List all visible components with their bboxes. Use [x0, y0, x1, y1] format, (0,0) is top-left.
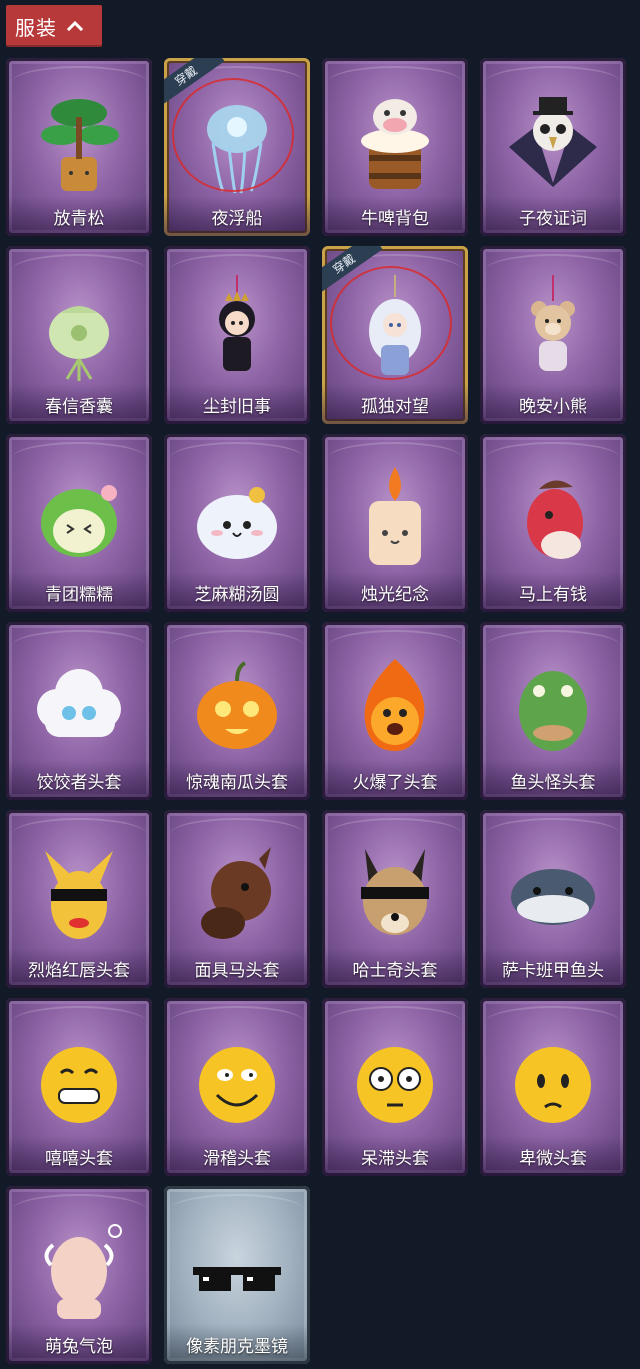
costume-item-card[interactable]: 牛啤背包	[322, 58, 468, 236]
costume-item-card[interactable]: 鱼头怪头套	[480, 622, 626, 800]
costume-item-label: 夜浮船	[164, 196, 310, 236]
costume-item-label: 卑微头套	[480, 1136, 626, 1176]
costume-item-label: 火爆了头套	[322, 760, 468, 800]
costume-item-card[interactable]: 火爆了头套	[322, 622, 468, 800]
costume-item-card[interactable]: 春信香囊	[6, 246, 152, 424]
costume-item-card[interactable]: 哈士奇头套	[322, 810, 468, 988]
costume-item-card[interactable]: 惊魂南瓜头套	[164, 622, 310, 800]
costume-item-card[interactable]: 穿戴 孤独对望	[322, 246, 468, 424]
costume-item-label: 芝麻糊汤圆	[164, 572, 310, 612]
costume-item-card[interactable]: 烈焰红唇头套	[6, 810, 152, 988]
costume-item-card[interactable]: 像素朋克墨镜	[164, 1186, 310, 1364]
costume-item-card[interactable]: 晚安小熊	[480, 246, 626, 424]
costume-item-label: 哈士奇头套	[322, 948, 468, 988]
costume-item-label: 春信香囊	[6, 384, 152, 424]
bunny-bubble-icon	[26, 1210, 132, 1330]
candle-icon	[342, 458, 448, 578]
yellow-pikachu-mask-icon	[26, 834, 132, 954]
costume-item-label: 像素朋克墨镜	[164, 1324, 310, 1364]
shy-emoji-mask-icon	[500, 1022, 606, 1142]
costume-item-label: 烈焰红唇头套	[6, 948, 152, 988]
white-dumpling-icon	[184, 458, 290, 578]
costume-item-label: 面具马头套	[164, 948, 310, 988]
costume-item-label: 烛光纪念	[322, 572, 468, 612]
costume-item-card[interactable]: 萌兔气泡	[6, 1186, 152, 1364]
teddy-bear-charm-icon	[500, 270, 606, 390]
costume-item-card[interactable]: 面具马头套	[164, 810, 310, 988]
costume-item-label: 饺饺者头套	[6, 760, 152, 800]
costume-item-card[interactable]: 烛光纪念	[322, 434, 468, 612]
costume-item-label: 萌兔气泡	[6, 1324, 152, 1364]
fish-head-mask-icon	[500, 646, 606, 766]
costume-item-card[interactable]: 放青松	[6, 58, 152, 236]
costume-item-card[interactable]: 呆滞头套	[322, 998, 468, 1176]
costume-item-label: 牛啤背包	[322, 196, 468, 236]
equipped-ring	[330, 266, 452, 380]
green-rice-ball-icon	[26, 458, 132, 578]
costume-item-label: 子夜证词	[480, 196, 626, 236]
costume-item-card[interactable]: 滑稽头套	[164, 998, 310, 1176]
costume-item-card[interactable]: 卑微头套	[480, 998, 626, 1176]
costume-item-card[interactable]: 穿戴 夜浮船	[164, 58, 310, 236]
costume-item-card[interactable]: 尘封旧事	[164, 246, 310, 424]
costume-item-label: 马上有钱	[480, 572, 626, 612]
fire-mask-icon	[342, 646, 448, 766]
costume-item-label: 嘻嘻头套	[6, 1136, 152, 1176]
costume-item-card[interactable]: 嘻嘻头套	[6, 998, 152, 1176]
equipped-ring	[172, 78, 294, 192]
funny-emoji-mask-icon	[184, 1022, 290, 1142]
costume-item-label: 萨卡班甲鱼头	[480, 948, 626, 988]
cloud-mask-icon	[26, 646, 132, 766]
costume-item-card[interactable]: 马上有钱	[480, 434, 626, 612]
costume-item-label: 青团糯糯	[6, 572, 152, 612]
costume-grid: 放青松 穿戴 夜浮船 牛啤背包 子夜证词春信香囊 尘封旧事 穿戴 孤独对望 晚安小熊青团糯糯 芝麻…	[0, 0, 640, 1369]
costume-item-card[interactable]: 萨卡班甲鱼头	[480, 810, 626, 988]
costume-item-label: 晚安小熊	[480, 384, 626, 424]
costume-item-label: 滑稽头套	[164, 1136, 310, 1176]
owl-plague-doctor-icon	[500, 82, 606, 202]
pixel-sunglasses-icon	[184, 1210, 290, 1330]
costume-item-label: 呆滞头套	[322, 1136, 468, 1176]
bonsai-pine-icon	[26, 82, 132, 202]
costume-item-card[interactable]: 子夜证词	[480, 58, 626, 236]
costume-item-label: 鱼头怪头套	[480, 760, 626, 800]
horse-mask-icon	[184, 834, 290, 954]
costume-item-card[interactable]: 饺饺者头套	[6, 622, 152, 800]
pumpkin-mask-icon	[184, 646, 290, 766]
costume-item-card[interactable]: 青团糯糯	[6, 434, 152, 612]
husky-mask-icon	[342, 834, 448, 954]
costume-item-label: 放青松	[6, 196, 152, 236]
sachet-icon	[26, 270, 132, 390]
grin-emoji-mask-icon	[26, 1022, 132, 1142]
costume-item-label: 尘封旧事	[164, 384, 310, 424]
costume-item-label: 惊魂南瓜头套	[164, 760, 310, 800]
chibi-figure-charm-icon	[184, 270, 290, 390]
costume-item-label: 孤独对望	[322, 384, 468, 424]
stare-emoji-mask-icon	[342, 1022, 448, 1142]
cow-beer-backpack-icon	[342, 82, 448, 202]
sacabambaspis-mask-icon	[500, 834, 606, 954]
costume-item-card[interactable]: 芝麻糊汤圆	[164, 434, 310, 612]
red-horse-icon	[500, 458, 606, 578]
